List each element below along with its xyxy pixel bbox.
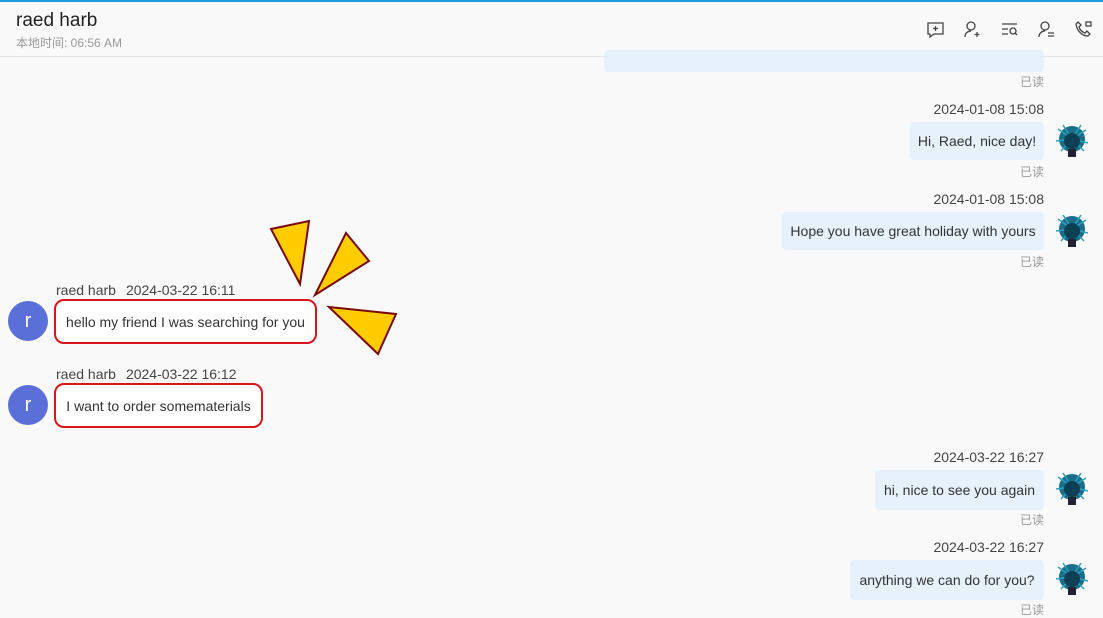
- burst-ray: [269, 219, 311, 288]
- sender-line: raed harb 2024-03-22 16:12: [56, 366, 236, 382]
- sender-name: raed harb: [56, 366, 116, 382]
- message-time: 2024-03-22 16:11: [125, 282, 236, 298]
- add-chat-icon[interactable]: [926, 20, 945, 39]
- read-status: 已读: [1020, 255, 1045, 269]
- user-avatar[interactable]: [1053, 211, 1091, 251]
- search-messages-icon[interactable]: [1000, 20, 1019, 39]
- sender-name: raed harb: [56, 282, 116, 298]
- message-time: 2024-01-08 15:08: [933, 191, 1044, 207]
- user-avatar[interactable]: [1053, 121, 1091, 161]
- add-user-icon[interactable]: [963, 20, 982, 39]
- message-time: 2024-03-22 16:12: [125, 366, 237, 382]
- read-status: 已读: [1020, 165, 1045, 179]
- sender-line: raed harb 2024-03-22 16:11: [56, 282, 235, 298]
- message-time: 2024-03-22 16:27: [933, 449, 1044, 465]
- contact-name: raed harb: [16, 10, 98, 31]
- read-status: 已读: [1020, 75, 1045, 89]
- message-time: 2024-01-08 15:08: [933, 101, 1044, 117]
- read-status: 已读: [1020, 603, 1045, 617]
- contact-avatar[interactable]: r: [8, 301, 48, 341]
- message-bubble-highlighted: I want to order somematerials: [54, 383, 263, 428]
- message-bubble: Hope you have great holiday with yours: [782, 212, 1044, 250]
- user-avatar[interactable]: [1053, 469, 1091, 509]
- chat-header: raed harb 本地时间: 06:56 AM: [0, 2, 1103, 57]
- user-avatar[interactable]: [1053, 559, 1091, 599]
- contact-avatar[interactable]: r: [8, 385, 48, 425]
- message-bubble: hi, nice to see you again: [875, 470, 1044, 510]
- call-icon[interactable]: [1074, 20, 1093, 39]
- burst-ray: [326, 305, 398, 356]
- message-bubble: Hi, Raed, nice day!: [910, 122, 1044, 160]
- message-bubble-highlighted: hello my friend I was searching for you: [54, 299, 317, 344]
- read-status: 已读: [1020, 513, 1045, 527]
- message-bubble-partial: [604, 50, 1044, 72]
- message-bubble: anything we can do for you?: [850, 560, 1044, 600]
- local-time: 本地时间: 06:56 AM: [16, 36, 123, 50]
- transfer-user-icon[interactable]: [1037, 20, 1056, 39]
- burst-ray: [312, 231, 371, 298]
- message-time: 2024-03-22 16:27: [933, 539, 1044, 555]
